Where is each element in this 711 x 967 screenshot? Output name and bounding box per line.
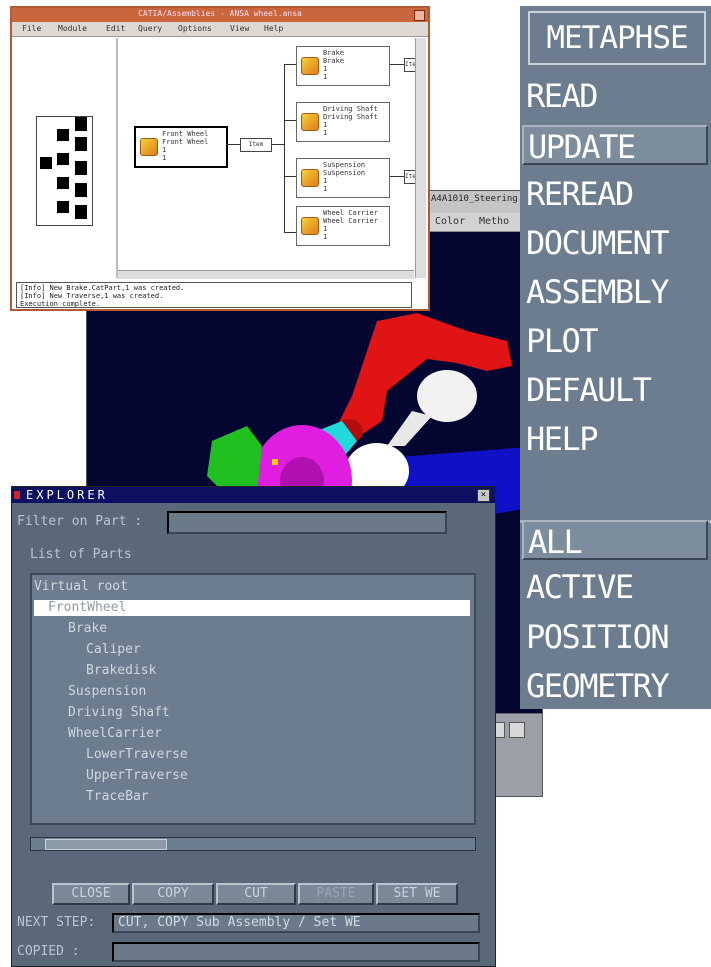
close-button[interactable]: CLOSE bbox=[52, 883, 130, 905]
metaphse-menu-panel: METAPHSE READ UPDATE REREAD DOCUMENT ASS… bbox=[520, 6, 711, 709]
menu-color[interactable]: Color bbox=[435, 216, 465, 227]
log-line: [Info] New Traverse,1 was created. bbox=[20, 292, 164, 300]
part-icon bbox=[140, 138, 158, 156]
part-icon bbox=[301, 57, 319, 75]
tree-window-titlebar: CATIA/Assemblies - ANSA wheel.ansa bbox=[12, 8, 428, 22]
tree-node-label: Driving Shaft Driving Shaft 1 1 bbox=[323, 105, 378, 137]
copied-label: COPIED : bbox=[17, 944, 80, 959]
menu-help[interactable]: HELP bbox=[526, 419, 599, 459]
list-item[interactable]: TraceBar bbox=[86, 789, 149, 805]
explorer-titlebar: EXPLORER × bbox=[12, 487, 495, 503]
menu-assembly[interactable]: ASSEMBLY bbox=[526, 272, 670, 312]
parts-list[interactable]: Virtual root FrontWheel Brake Caliper Br… bbox=[30, 573, 476, 825]
menu-plot[interactable]: PLOT bbox=[526, 321, 599, 361]
next-step-field: CUT, COPY Sub Assembly / Set WE bbox=[112, 913, 480, 933]
tree-overview-pane[interactable] bbox=[14, 38, 118, 278]
list-item[interactable]: Driving Shaft bbox=[68, 705, 170, 721]
list-of-parts-label: List of Parts bbox=[30, 547, 132, 562]
log-line: [Info] New Brake.CatPart,1 was created. bbox=[20, 284, 185, 292]
white-cv-joint bbox=[417, 370, 477, 422]
tree-node-wheel-carrier[interactable]: Wheel Carrier Wheel Carrier 1 1 bbox=[296, 206, 390, 246]
tree-connector[interactable]: Item bbox=[240, 138, 272, 152]
menu-file[interactable]: File bbox=[22, 24, 41, 33]
filter-label: Filter on Part : bbox=[17, 514, 143, 529]
menu-document[interactable]: DOCUMENT bbox=[526, 223, 670, 263]
menu-options[interactable]: Options bbox=[178, 24, 212, 33]
menu-method[interactable]: Metho bbox=[479, 216, 509, 227]
metaphse-title: METAPHSE bbox=[528, 11, 706, 65]
close-icon[interactable]: × bbox=[477, 489, 490, 502]
copied-field bbox=[112, 942, 480, 962]
menu-query[interactable]: Query bbox=[138, 24, 162, 33]
part-icon bbox=[301, 113, 319, 131]
vertical-scrollbar[interactable] bbox=[415, 38, 426, 278]
filter-position[interactable]: POSITION bbox=[526, 617, 670, 657]
tree-window-title: CATIA/Assemblies - ANSA wheel.ansa bbox=[138, 9, 302, 18]
tree-window-menubar: File Module Edit Query Options View Help bbox=[12, 22, 428, 37]
list-item[interactable]: WheelCarrier bbox=[68, 726, 162, 742]
list-item[interactable]: Virtual root bbox=[34, 579, 128, 595]
tree-minimap[interactable] bbox=[36, 116, 93, 226]
list-item-selected[interactable]: FrontWheel bbox=[34, 600, 470, 616]
list-item[interactable]: Brakedisk bbox=[86, 663, 156, 679]
menu-reread[interactable]: REREAD bbox=[526, 174, 634, 214]
next-step-label: NEXT STEP: bbox=[17, 915, 96, 930]
app-logo-icon bbox=[14, 491, 20, 499]
part-icon bbox=[301, 217, 319, 235]
tree-node-label: Wheel Carrier Wheel Carrier 1 1 bbox=[323, 209, 378, 241]
menu-edit[interactable]: Edit bbox=[106, 24, 125, 33]
filter-active[interactable]: ACTIVE bbox=[526, 567, 634, 607]
horizontal-scrollbar[interactable] bbox=[118, 270, 414, 279]
log-line: Execution complete. bbox=[20, 300, 101, 308]
tree-node-suspension[interactable]: Suspension Suspension 1 1 bbox=[296, 158, 390, 198]
tree-node-label: Front Wheel Front Wheel 1 1 bbox=[162, 130, 209, 162]
tree-node-root[interactable]: Front Wheel Front Wheel 1 1 bbox=[134, 126, 228, 168]
part-icon bbox=[301, 169, 319, 187]
menu-read[interactable]: READ bbox=[526, 76, 599, 116]
explorer-title: EXPLORER bbox=[26, 488, 108, 502]
tree-node-driving-shaft[interactable]: Driving Shaft Driving Shaft 1 1 bbox=[296, 102, 390, 142]
menu-help[interactable]: Help bbox=[264, 24, 283, 33]
set-we-button[interactable]: SET WE bbox=[376, 883, 458, 905]
menu-default[interactable]: DEFAULT bbox=[526, 370, 652, 410]
tree-node-label: Brake Brake 1 1 bbox=[323, 49, 345, 81]
toolbar-button-2[interactable] bbox=[509, 722, 525, 738]
message-log: [Info] New Brake.CatPart,1 was created. … bbox=[16, 282, 412, 308]
list-item[interactable]: Brake bbox=[68, 621, 107, 637]
list-item[interactable]: UpperTraverse bbox=[86, 768, 188, 784]
scrollbar-thumb[interactable] bbox=[45, 839, 167, 850]
list-item[interactable]: Suspension bbox=[68, 684, 146, 700]
cut-button[interactable]: CUT bbox=[216, 883, 296, 905]
tree-node-label: Suspension Suspension 1 1 bbox=[323, 161, 366, 193]
tree-graph-canvas[interactable]: Front Wheel Front Wheel 1 1 Item Brake B… bbox=[118, 38, 420, 278]
filter-geometry[interactable]: GEOMETRY bbox=[526, 666, 670, 706]
list-item[interactable]: Caliper bbox=[86, 642, 141, 658]
menu-update[interactable]: UPDATE bbox=[522, 125, 708, 166]
filter-all[interactable]: ALL bbox=[522, 520, 708, 561]
tree-node-brake[interactable]: Brake Brake 1 1 bbox=[296, 46, 390, 86]
menu-view[interactable]: View bbox=[230, 24, 249, 33]
explorer-window: EXPLORER × Filter on Part : List of Part… bbox=[11, 486, 496, 967]
menu-module[interactable]: Module bbox=[58, 24, 87, 33]
close-icon[interactable] bbox=[414, 10, 425, 21]
assembly-tree-window: CATIA/Assemblies - ANSA wheel.ansa File … bbox=[10, 6, 430, 311]
list-item[interactable]: LowerTraverse bbox=[86, 747, 188, 763]
copy-button[interactable]: COPY bbox=[132, 883, 214, 905]
horizontal-scrollbar[interactable] bbox=[30, 837, 476, 851]
paste-button[interactable]: PASTE bbox=[298, 883, 374, 905]
filter-on-part-input[interactable] bbox=[167, 511, 447, 534]
